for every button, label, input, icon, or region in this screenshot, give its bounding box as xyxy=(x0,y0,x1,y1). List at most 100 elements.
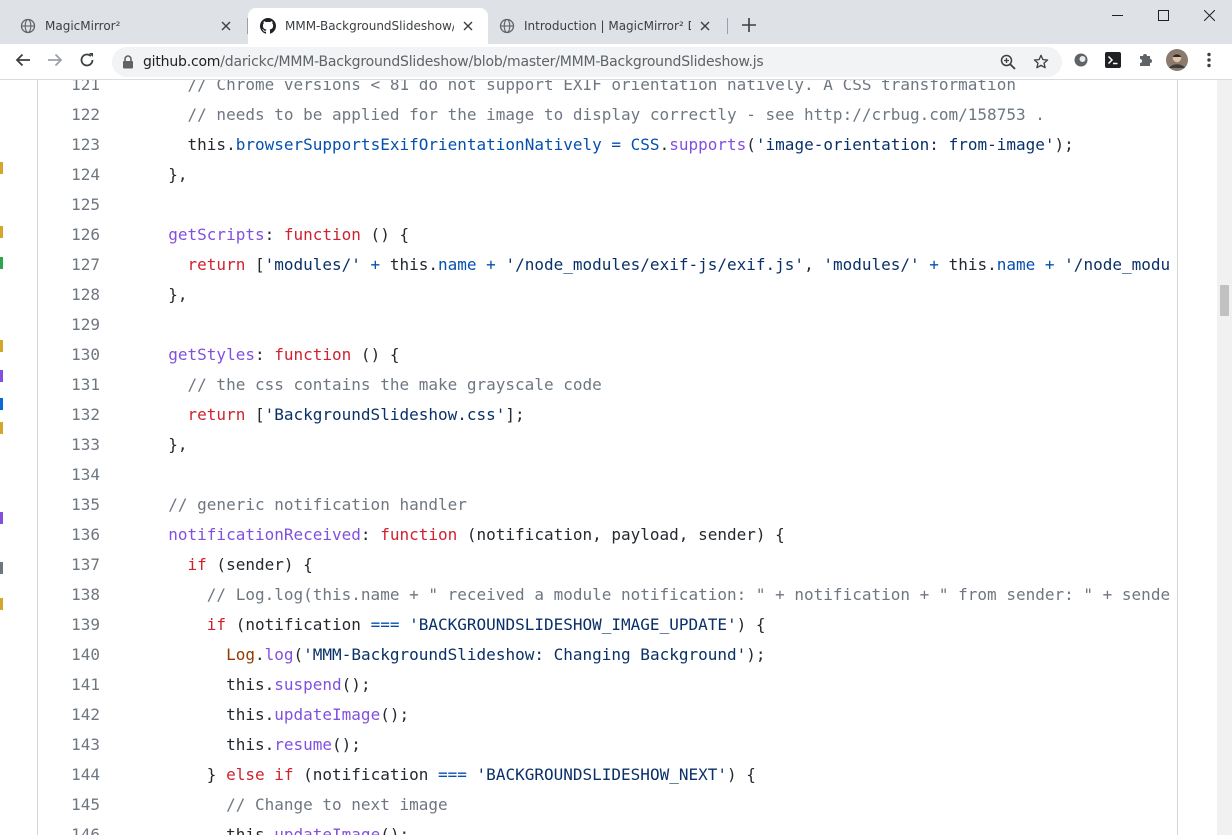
line-number[interactable]: 145 xyxy=(38,790,100,820)
close-icon[interactable] xyxy=(218,18,234,34)
line-code: if (sender) { xyxy=(149,550,313,580)
code-token: . xyxy=(264,705,275,724)
line-number[interactable]: 139 xyxy=(38,610,100,640)
code-token: resume xyxy=(274,735,333,754)
line-number[interactable]: 134 xyxy=(38,460,100,490)
close-icon[interactable] xyxy=(697,18,713,34)
maximize-button[interactable] xyxy=(1140,0,1186,30)
url-text: github.com/darickc/MMM-BackgroundSlidesh… xyxy=(143,54,764,70)
code-line: 128 }, xyxy=(38,280,1177,310)
line-number[interactable]: 138 xyxy=(38,580,100,610)
code-token: updateImage xyxy=(274,705,381,724)
terminal-extension-button[interactable] xyxy=(1099,48,1127,76)
line-number[interactable]: 127 xyxy=(38,250,100,280)
code-token: : xyxy=(264,225,284,244)
line-number[interactable]: 136 xyxy=(38,520,100,550)
code-line: 124 }, xyxy=(38,160,1177,190)
line-code: Log.log('MMM-BackgroundSlideshow: Changi… xyxy=(149,640,765,670)
line-code: notificationReceived: function (notifica… xyxy=(149,520,785,550)
minimize-button[interactable] xyxy=(1094,0,1140,30)
line-code: // the css contains the make grayscale c… xyxy=(149,370,602,400)
code-token: (sender) { xyxy=(206,555,313,574)
line-number[interactable]: 130 xyxy=(38,340,100,370)
line-code: } else if (notification === 'BACKGROUNDS… xyxy=(149,760,756,790)
code-token: this xyxy=(389,255,429,274)
line-code: if (notification === 'BACKGROUNDSLIDESHO… xyxy=(149,610,766,640)
line-number[interactable]: 122 xyxy=(38,100,100,130)
vertical-scrollbar[interactable] xyxy=(1217,80,1232,835)
tab-magicmirror[interactable]: MagicMirror² xyxy=(8,8,246,44)
code-line: 130 getStyles: function () { xyxy=(38,340,1177,370)
line-number[interactable]: 126 xyxy=(38,220,100,250)
code-token: // Chrome versions < 81 do not support E… xyxy=(187,80,1016,94)
avatar xyxy=(1166,49,1188,75)
code-token: function xyxy=(380,525,458,544)
tab-github-active[interactable]: MMM-BackgroundSlideshow/MMM- xyxy=(248,8,488,44)
code-token: this xyxy=(226,735,265,754)
line-code: this.updateImage(); xyxy=(149,820,409,835)
line-code: return ['BackgroundSlideshow.css']; xyxy=(149,400,525,430)
line-number[interactable]: 124 xyxy=(38,160,100,190)
tab-magicmirror-docs[interactable]: Introduction | MagicMirror² Doc xyxy=(487,8,725,44)
scrollbar-thumb[interactable] xyxy=(1220,285,1229,316)
forward-button[interactable] xyxy=(41,48,69,76)
code-token: + xyxy=(476,255,506,274)
line-number[interactable]: 141 xyxy=(38,670,100,700)
code-token: }, xyxy=(168,165,188,184)
line-number[interactable]: 129 xyxy=(38,310,100,340)
tab-title: MagicMirror² xyxy=(45,19,121,33)
line-number[interactable]: 132 xyxy=(38,400,100,430)
line-number[interactable]: 135 xyxy=(38,490,100,520)
line-number[interactable]: 131 xyxy=(38,370,100,400)
code-token: '/node_modules/exif-js/exif.js' xyxy=(505,255,805,274)
back-button[interactable] xyxy=(9,48,37,76)
bookmark-star-icon[interactable] xyxy=(1031,52,1051,72)
browser-toolbar: github.com/darickc/MMM-BackgroundSlidesh… xyxy=(0,44,1232,80)
code-line: 123 this.browserSupportsExifOrientationN… xyxy=(38,130,1177,160)
code-line: 129 xyxy=(38,310,1177,340)
zoom-icon[interactable] xyxy=(998,52,1018,72)
code-token: if xyxy=(206,615,227,634)
code-token: . xyxy=(264,735,275,754)
new-tab-button[interactable] xyxy=(737,14,761,38)
reload-button[interactable] xyxy=(73,48,101,76)
line-code: return ['modules/' + this.name + '/node_… xyxy=(149,250,1171,280)
line-number[interactable]: 140 xyxy=(38,640,100,670)
line-number[interactable]: 144 xyxy=(38,760,100,790)
code-token: notificationReceived xyxy=(168,525,361,544)
extension-button[interactable] xyxy=(1067,48,1095,76)
lock-icon[interactable] xyxy=(120,54,136,70)
line-code: // Chrome versions < 81 do not support E… xyxy=(149,80,1016,100)
line-code: }, xyxy=(149,160,188,190)
code-line: 140 Log.log('MMM-BackgroundSlideshow: Ch… xyxy=(38,640,1177,670)
address-bar[interactable]: github.com/darickc/MMM-BackgroundSlidesh… xyxy=(112,47,1062,77)
code-token: (notification xyxy=(293,765,438,784)
browser-menu-button[interactable] xyxy=(1195,48,1223,76)
code-token: [ xyxy=(245,255,265,274)
line-number[interactable]: 125 xyxy=(38,190,100,220)
code-token: else xyxy=(226,765,265,784)
line-number[interactable]: 121 xyxy=(38,80,100,100)
code-line: 135 // generic notification handler xyxy=(38,490,1177,520)
line-number[interactable]: 142 xyxy=(38,700,100,730)
code-token: this xyxy=(187,135,227,154)
close-icon[interactable] xyxy=(460,18,476,34)
code-token: 'MMM-BackgroundSlideshow: Changing Backg… xyxy=(303,645,747,664)
code-line: 132 return ['BackgroundSlideshow.css']; xyxy=(38,400,1177,430)
line-number[interactable]: 137 xyxy=(38,550,100,580)
line-number[interactable]: 128 xyxy=(38,280,100,310)
line-number[interactable]: 146 xyxy=(38,820,100,835)
line-number[interactable]: 123 xyxy=(38,130,100,160)
code-token: 'image-orientation: from-image' xyxy=(755,135,1055,154)
line-code: }, xyxy=(149,280,187,310)
maximize-icon xyxy=(1157,6,1169,25)
tab-strip: MagicMirror² MMM-BackgroundSlideshow/MMM… xyxy=(0,0,1232,44)
tab-title: Introduction | MagicMirror² Doc xyxy=(524,19,691,33)
code-token: . xyxy=(428,255,438,274)
extensions-button[interactable] xyxy=(1131,48,1159,76)
line-number[interactable]: 143 xyxy=(38,730,100,760)
profile-button[interactable] xyxy=(1163,48,1191,76)
line-number[interactable]: 133 xyxy=(38,430,100,460)
close-window-button[interactable] xyxy=(1186,0,1232,30)
